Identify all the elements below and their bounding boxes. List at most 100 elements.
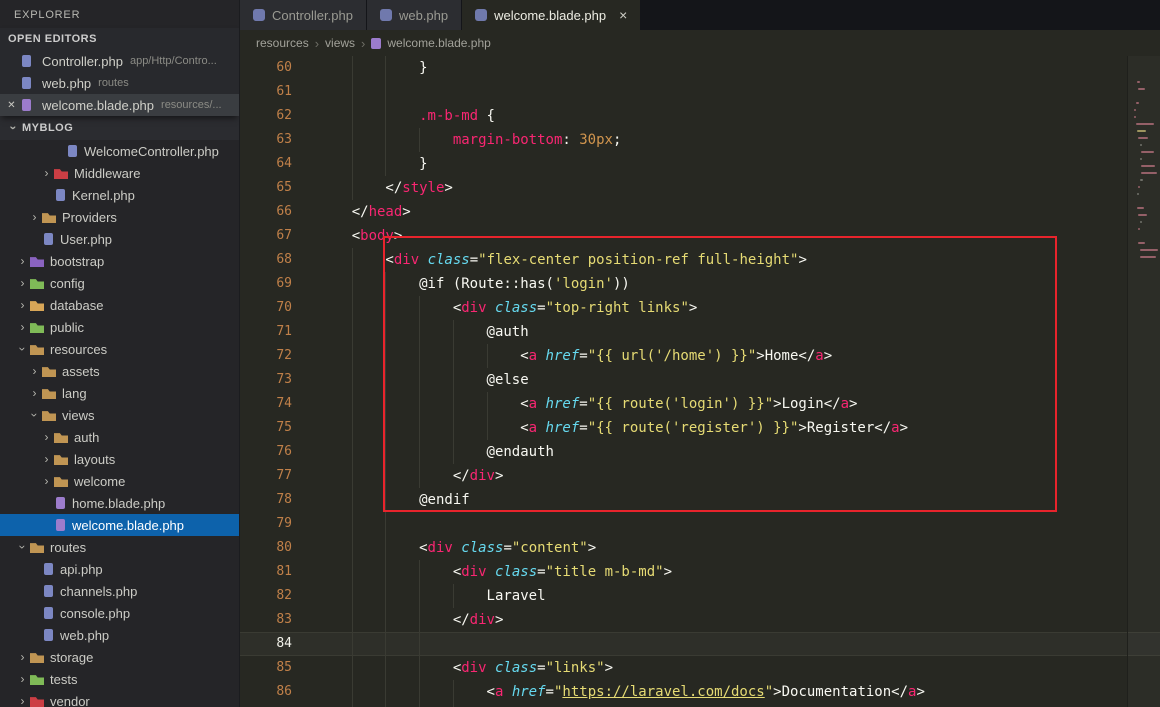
close-tab-icon[interactable]: ×: [619, 7, 627, 23]
tree-folder-middleware[interactable]: ›Middleware: [0, 162, 239, 184]
line-number[interactable]: 71: [240, 320, 318, 344]
line-content[interactable]: [318, 512, 419, 536]
line-content[interactable]: @endif: [318, 488, 470, 512]
line-number[interactable]: 70: [240, 296, 318, 320]
tree-folder-database[interactable]: ›database: [0, 294, 239, 316]
line-number[interactable]: 66: [240, 200, 318, 224]
line-content[interactable]: <div class="links">: [318, 656, 613, 680]
code-line: 82Laravel: [240, 584, 1160, 608]
line-number[interactable]: 72: [240, 344, 318, 368]
line-content[interactable]: @else: [318, 368, 529, 392]
tree-file-channels-php[interactable]: channels.php: [0, 580, 239, 602]
project-section-header[interactable]: › MYBLOG: [0, 116, 239, 140]
tree-folder-resources[interactable]: ›resources: [0, 338, 239, 360]
breadcrumb-item-welcome-blade-php[interactable]: welcome.blade.php: [387, 36, 490, 50]
line-content[interactable]: [318, 80, 419, 104]
tree-item-label: Middleware: [74, 166, 140, 181]
open-editor-welcome-blade-php[interactable]: ✕welcome.blade.phpresources/...: [0, 94, 239, 116]
line-number[interactable]: 77: [240, 464, 318, 488]
tree-file-home-blade-php[interactable]: home.blade.php: [0, 492, 239, 514]
line-content[interactable]: </div>: [318, 608, 503, 632]
line-number[interactable]: 73: [240, 368, 318, 392]
tree-folder-views[interactable]: ›views: [0, 404, 239, 426]
line-number[interactable]: 64: [240, 152, 318, 176]
line-number[interactable]: 76: [240, 440, 318, 464]
line-content[interactable]: .m-b-md {: [318, 104, 495, 128]
line-content[interactable]: <a href="https://laravel.com/docs">Docum…: [318, 680, 925, 704]
tree-folder-tests[interactable]: ›tests: [0, 668, 239, 690]
line-number[interactable]: 82: [240, 584, 318, 608]
line-number[interactable]: 78: [240, 488, 318, 512]
minimap-line: [1140, 256, 1156, 258]
indent-guide: [318, 272, 352, 296]
line-content[interactable]: <body>: [318, 224, 402, 248]
line-content[interactable]: @endauth: [318, 440, 554, 464]
line-number[interactable]: 86: [240, 680, 318, 704]
tree-folder-storage[interactable]: ›storage: [0, 646, 239, 668]
breadcrumb-item-resources[interactable]: resources: [256, 36, 309, 50]
line-content[interactable]: </style>: [318, 176, 453, 200]
line-content[interactable]: <div class="top-right links">: [318, 296, 697, 320]
tree-folder-layouts[interactable]: ›layouts: [0, 448, 239, 470]
open-editors-header[interactable]: OPEN EDITORS: [0, 28, 239, 50]
tree-folder-config[interactable]: ›config: [0, 272, 239, 294]
line-number[interactable]: 85: [240, 656, 318, 680]
line-number[interactable]: 75: [240, 416, 318, 440]
line-number[interactable]: 61: [240, 80, 318, 104]
line-number[interactable]: 60: [240, 56, 318, 80]
tree-folder-lang[interactable]: ›lang: [0, 382, 239, 404]
line-content[interactable]: <div class="title m-b-md">: [318, 560, 672, 584]
line-number[interactable]: 63: [240, 128, 318, 152]
tree-file-web-php[interactable]: web.php: [0, 624, 239, 646]
line-content[interactable]: <a href="{{ url('/home') }}">Home</a>: [318, 344, 832, 368]
tab-web-php[interactable]: web.php: [367, 0, 462, 30]
line-number[interactable]: 80: [240, 536, 318, 560]
line-content[interactable]: <div class="flex-center position-ref ful…: [318, 248, 807, 272]
line-number[interactable]: 84: [240, 632, 318, 656]
line-number[interactable]: 79: [240, 512, 318, 536]
open-editor-web-php[interactable]: web.phproutes: [0, 72, 239, 94]
tree-file-kernel-php[interactable]: Kernel.php: [0, 184, 239, 206]
line-number[interactable]: 81: [240, 560, 318, 584]
line-content[interactable]: <a href="{{ route('register') }}">Regist…: [318, 416, 908, 440]
tree-folder-assets[interactable]: ›assets: [0, 360, 239, 382]
tree-file-welcomecontroller-php[interactable]: WelcomeController.php: [0, 140, 239, 162]
tree-folder-bootstrap[interactable]: ›bootstrap: [0, 250, 239, 272]
line-content[interactable]: </div>: [318, 464, 503, 488]
tab-welcome-blade-php[interactable]: welcome.blade.php×: [462, 0, 641, 30]
line-content[interactable]: }: [318, 56, 428, 80]
file-icon: [44, 233, 53, 245]
open-editor-controller-php[interactable]: Controller.phpapp/Http/Contro...: [0, 50, 239, 72]
tree-file-welcome-blade-php[interactable]: welcome.blade.php: [0, 514, 239, 536]
tree-file-user-php[interactable]: User.php: [0, 228, 239, 250]
line-number[interactable]: 69: [240, 272, 318, 296]
tree-folder-vendor[interactable]: ›vendor: [0, 690, 239, 707]
tree-folder-auth[interactable]: ›auth: [0, 426, 239, 448]
line-number[interactable]: 65: [240, 176, 318, 200]
line-content[interactable]: @if (Route::has('login')): [318, 272, 630, 296]
line-content[interactable]: margin-bottom: 30px;: [318, 128, 621, 152]
tree-folder-welcome[interactable]: ›welcome: [0, 470, 239, 492]
line-number[interactable]: 74: [240, 392, 318, 416]
tree-folder-routes[interactable]: ›routes: [0, 536, 239, 558]
line-number[interactable]: 67: [240, 224, 318, 248]
tree-file-console-php[interactable]: console.php: [0, 602, 239, 624]
line-number[interactable]: 68: [240, 248, 318, 272]
line-content[interactable]: <a href="{{ route('login') }}">Login</a>: [318, 392, 857, 416]
line-content[interactable]: [318, 632, 453, 656]
line-content[interactable]: @auth: [318, 320, 529, 344]
tree-file-api-php[interactable]: api.php: [0, 558, 239, 580]
line-number[interactable]: 62: [240, 104, 318, 128]
line-content[interactable]: </head>: [318, 200, 411, 224]
line-number[interactable]: 83: [240, 608, 318, 632]
breadcrumb-item-views[interactable]: views: [325, 36, 355, 50]
line-content[interactable]: Laravel: [318, 584, 546, 608]
code-text: </head>: [352, 200, 411, 224]
line-content[interactable]: <div class="content">: [318, 536, 596, 560]
minimap[interactable]: [1127, 56, 1160, 707]
tree-folder-providers[interactable]: ›Providers: [0, 206, 239, 228]
close-editor-icon[interactable]: ✕: [4, 100, 19, 111]
line-content[interactable]: }: [318, 152, 428, 176]
tab-controller-php[interactable]: Controller.php: [240, 0, 367, 30]
tree-folder-public[interactable]: ›public: [0, 316, 239, 338]
